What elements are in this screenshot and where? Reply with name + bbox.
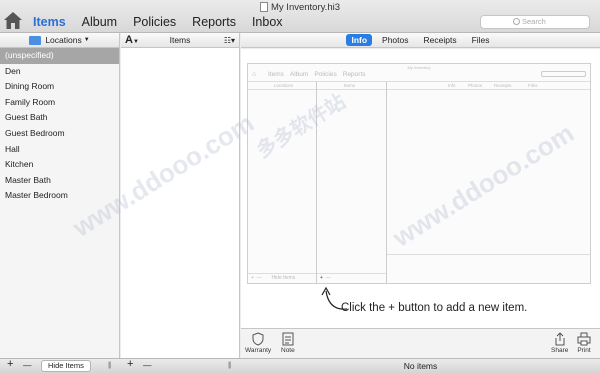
detail-tabs: Info Photos Receipts Files <box>241 33 600 48</box>
search-icon <box>513 18 520 25</box>
remove-item-button[interactable]: — <box>143 360 152 370</box>
mini-home-icon: ⌂ <box>252 71 257 78</box>
nav-tab-reports[interactable]: Reports <box>192 15 236 29</box>
nav-tab-policies[interactable]: Policies <box>133 15 176 29</box>
main-nav: Items Album Policies Reports Inbox <box>33 15 299 29</box>
location-item[interactable]: Guest Bath <box>0 110 119 126</box>
add-location-button[interactable]: + <box>7 358 13 370</box>
shield-icon <box>252 332 264 346</box>
printer-icon <box>577 332 591 346</box>
detail-body: My Inventory ⌂ Items Album Policies Reports… <box>241 49 600 328</box>
items-header-label: Items <box>169 35 191 45</box>
location-item[interactable]: Family Room <box>0 95 119 111</box>
bottom-bar: + — Hide Items ||| + — ||| No items <box>0 358 600 373</box>
tab-info[interactable]: Info <box>346 34 373 46</box>
items-panel: A▼ Items ☷▾ <box>121 33 240 358</box>
home-icon[interactable] <box>3 11 23 30</box>
mini-column-headers: Locations Items Info Photos Receipts Fil… <box>248 82 590 90</box>
empty-state-illustration: My Inventory ⌂ Items Album Policies Reports… <box>247 63 591 284</box>
share-button[interactable]: Share <box>551 332 568 354</box>
window-title: My Inventory.hi3 <box>0 2 600 13</box>
window-toolbar: My Inventory.hi3 Items Album Policies Re… <box>0 0 600 33</box>
mini-footer-locations: + — Hide Items <box>248 273 316 283</box>
document-icon <box>260 2 268 12</box>
tab-photos[interactable]: Photos <box>377 34 413 46</box>
locations-panel: Locations ▼ (unspecified) Den Dining Roo… <box>0 33 120 358</box>
nav-tab-inbox[interactable]: Inbox <box>252 15 283 29</box>
nav-tab-items[interactable]: Items <box>33 15 66 29</box>
mini-nav: Items Album Policies Reports <box>268 71 366 78</box>
callout-text: Click the + button to add a new item. <box>341 302 528 314</box>
location-item[interactable]: Master Bath <box>0 173 119 189</box>
chevron-down-icon: ▼ <box>83 37 90 43</box>
nav-tab-album[interactable]: Album <box>82 15 117 29</box>
warranty-button[interactable]: Warranty <box>245 332 271 354</box>
mini-search <box>541 71 586 77</box>
mini-divider <box>386 82 387 283</box>
folder-icon <box>29 35 42 45</box>
location-item[interactable]: (unspecified) <box>0 48 119 64</box>
tab-receipts[interactable]: Receipts <box>419 34 462 46</box>
resize-handle-icon[interactable]: ||| <box>108 362 112 369</box>
location-item[interactable]: Master Bedroom <box>0 188 119 204</box>
mini-title: My Inventory <box>407 65 431 70</box>
detail-toolbar: Warranty Note Share Print <box>241 328 600 358</box>
location-item[interactable]: Hall <box>0 142 119 158</box>
sort-button[interactable]: A▼ <box>125 34 139 46</box>
search-placeholder: Search <box>522 17 546 26</box>
location-item[interactable]: Den <box>0 64 119 80</box>
hide-items-button[interactable]: Hide Items <box>41 360 91 372</box>
mini-footer-items: + — <box>317 273 386 283</box>
share-icon <box>555 332 565 346</box>
items-header: A▼ Items ☷▾ <box>121 33 239 48</box>
locations-list: (unspecified) Den Dining Room Family Roo… <box>0 48 119 204</box>
location-item[interactable]: Guest Bedroom <box>0 126 119 142</box>
print-button[interactable]: Print <box>577 332 591 354</box>
mini-divider <box>316 82 317 283</box>
mini-divider <box>387 254 591 255</box>
mini-toolbar: My Inventory ⌂ Items Album Policies Reports <box>248 64 590 82</box>
status-text: No items <box>403 361 438 371</box>
note-icon <box>282 332 294 346</box>
locations-header[interactable]: Locations ▼ <box>0 33 119 48</box>
tab-files[interactable]: Files <box>467 34 495 46</box>
window-title-text: My Inventory.hi3 <box>271 2 340 13</box>
search-input[interactable]: Search <box>480 15 590 29</box>
location-item[interactable]: Dining Room <box>0 79 119 95</box>
note-button[interactable]: Note <box>281 332 295 354</box>
view-options-icon[interactable]: ☷▾ <box>224 36 235 45</box>
resize-handle-icon[interactable]: ||| <box>228 362 232 369</box>
add-item-button[interactable]: + <box>127 358 133 370</box>
locations-header-label: Locations <box>45 35 82 45</box>
location-item[interactable]: Kitchen <box>0 157 119 173</box>
remove-location-button[interactable]: — <box>23 360 32 370</box>
